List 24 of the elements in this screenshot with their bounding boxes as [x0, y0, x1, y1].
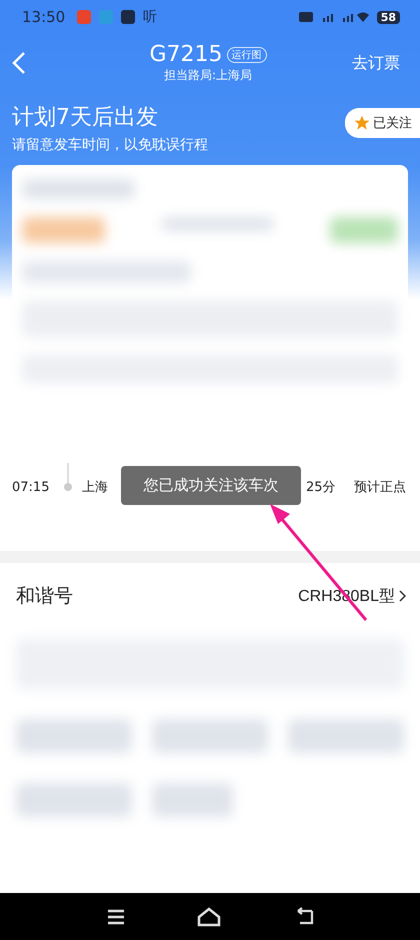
departure-time: 07:15	[12, 480, 50, 494]
battery-level: 58	[376, 10, 400, 24]
stop-duration: 25分	[306, 479, 336, 496]
departure-heading: 计划7天后出发	[12, 104, 159, 132]
app-icon	[99, 10, 114, 24]
timeline-icon	[64, 463, 72, 491]
status-time: 13:50	[22, 8, 66, 26]
departure-note: 请留意发车时间，以免耽误行程	[12, 136, 209, 154]
follow-button[interactable]: 已关注	[345, 108, 420, 138]
blurred-content	[330, 217, 398, 243]
punctuality-status: 预计正点	[354, 479, 406, 496]
train-number: G7215	[149, 42, 223, 66]
chevron-icon	[399, 590, 406, 602]
star-icon	[355, 116, 369, 130]
railway-bureau: 担当路局:上海局	[164, 66, 252, 84]
app-icon	[121, 10, 136, 24]
menu-icon[interactable]	[106, 908, 126, 924]
train-brand: 和谐号	[16, 584, 73, 609]
signal-icon	[298, 11, 369, 23]
toast-message: 您已成功关注该车次	[121, 466, 301, 505]
app-icon	[77, 10, 92, 24]
home-icon[interactable]	[196, 906, 221, 926]
station-name: 上海	[82, 479, 108, 496]
app-label: 听	[143, 8, 158, 26]
